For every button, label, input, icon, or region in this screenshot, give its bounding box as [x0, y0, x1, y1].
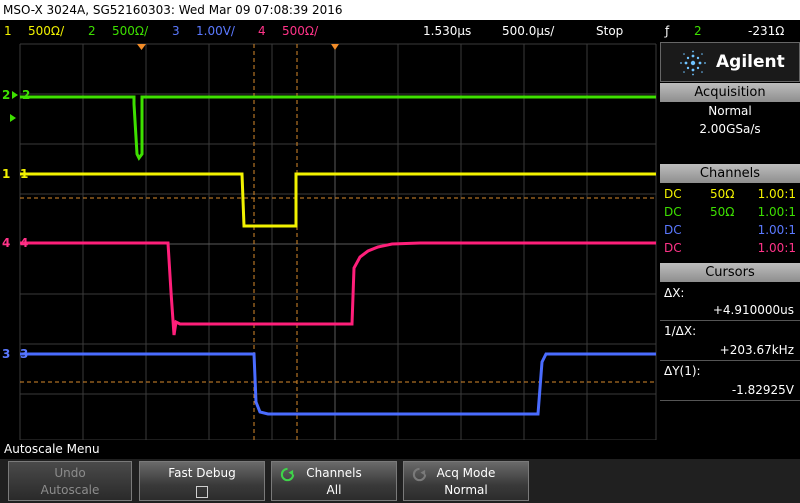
- trigger-icon[interactable]: ƒ: [665, 20, 669, 42]
- ch3-scale[interactable]: 1.00V/: [196, 20, 235, 42]
- channels-header[interactable]: Channels: [660, 164, 800, 183]
- cursor-divider: [660, 400, 800, 401]
- ch1-number[interactable]: 1: [4, 20, 12, 42]
- ch1-level-label: 1: [20, 167, 28, 181]
- ch3-number[interactable]: 3: [172, 20, 180, 42]
- inverse-delta-x-label: 1/ΔX:: [664, 324, 697, 338]
- ch2-level-label: 2: [22, 88, 30, 102]
- fast-debug-label: Fast Debug: [168, 466, 236, 480]
- ch4-number[interactable]: 4: [258, 20, 266, 42]
- acq-mode-value: Normal: [444, 483, 488, 497]
- ch3-marker-label: 3: [2, 347, 10, 361]
- acq-mode-label: Acq Mode: [436, 466, 496, 480]
- run-state[interactable]: Stop: [596, 20, 623, 42]
- ch4-level-label: 4: [20, 236, 28, 250]
- acquisition-header[interactable]: Acquisition: [660, 83, 800, 102]
- ch1-impedance: 50Ω: [710, 187, 735, 201]
- acquisition-mode: Normal: [708, 104, 752, 118]
- acq-mode-button[interactable]: Acq Mode Normal: [403, 461, 529, 501]
- agilent-spark-icon: [680, 50, 706, 76]
- ch2-probe: 1.00:1: [757, 205, 796, 219]
- softkey-menu: Autoscale Menu Undo Autoscale Fast Debug…: [0, 440, 800, 503]
- ch3-probe: 1.00:1: [757, 223, 796, 237]
- status-bar: 1 500Ω/ 2 500Ω/ 3 1.00V/ 4 500Ω/ 1.530μs…: [0, 20, 800, 42]
- ch1-probe: 1.00:1: [757, 187, 796, 201]
- instrument-title: MSO-X 3024A, SG52160303: Wed Mar 09 07:0…: [3, 3, 343, 17]
- undo-autoscale-line2: Autoscale: [40, 483, 100, 497]
- ch2-marker-label: 2: [2, 88, 10, 102]
- brand-name: Agilent: [716, 52, 785, 72]
- acquisition-rate: 2.00GSa/s: [699, 122, 761, 136]
- cursors-body: ΔX: +4.910000us 1/ΔX: +203.67kHz ΔY(1): …: [660, 282, 800, 440]
- trigger-level[interactable]: -231Ω: [748, 20, 784, 42]
- delta-y-value: -1.82925V: [731, 383, 794, 397]
- ch2-impedance: 50Ω: [710, 205, 735, 219]
- acquisition-body: Normal 2.00GSa/s: [660, 102, 800, 164]
- ch3-level-label: 3: [20, 347, 28, 361]
- ch1-scale[interactable]: 500Ω/: [28, 20, 64, 42]
- channels-all-button[interactable]: Channels All: [271, 461, 397, 501]
- ch1-marker-label: 1: [2, 167, 10, 181]
- right-info-panel: Agilent Acquisition Normal 2.00GSa/s Cha…: [660, 42, 800, 440]
- cursor-divider: [660, 320, 800, 321]
- title-bar: MSO-X 3024A, SG52160303: Wed Mar 09 07:0…: [0, 0, 800, 20]
- ch2-scale[interactable]: 500Ω/: [112, 20, 148, 42]
- ch4-marker-label: 4: [2, 236, 10, 250]
- channel-row: DC 1.00:1: [664, 239, 796, 257]
- ch2-coupling: DC: [664, 205, 682, 219]
- channel-row: DC 1.00:1: [664, 221, 796, 239]
- horizontal-delay[interactable]: 1.530μs: [423, 20, 471, 42]
- delta-x-label: ΔX:: [664, 286, 685, 300]
- channel-row: DC 50Ω 1.00:1: [664, 185, 796, 203]
- delta-x-value: +4.910000us: [712, 303, 794, 317]
- menu-title-text: Autoscale Menu: [4, 442, 100, 456]
- cursor-divider: [660, 360, 800, 361]
- fast-debug-checkbox[interactable]: [196, 486, 208, 498]
- ch2-number[interactable]: 2: [88, 20, 96, 42]
- timebase-scale[interactable]: 500.0μs/: [502, 20, 554, 42]
- ch3-coupling: DC: [664, 223, 682, 237]
- ch4-coupling: DC: [664, 241, 682, 255]
- undo-autoscale-button[interactable]: Undo Autoscale: [8, 461, 132, 501]
- channels-value: All: [326, 483, 342, 497]
- channel-row: DC 50Ω 1.00:1: [664, 203, 796, 221]
- inverse-delta-x-value: +203.67kHz: [719, 343, 794, 357]
- brand-logo: Agilent: [660, 42, 800, 82]
- channels-label: Channels: [306, 466, 362, 480]
- delta-y-label: ΔY(1):: [664, 364, 701, 378]
- fast-debug-button[interactable]: Fast Debug: [139, 461, 265, 501]
- trigger-channel[interactable]: 2: [694, 20, 702, 42]
- ch4-scale[interactable]: 500Ω/: [282, 20, 318, 42]
- ch4-probe: 1.00:1: [757, 241, 796, 255]
- cursors-header[interactable]: Cursors: [660, 263, 800, 282]
- ch1-coupling: DC: [664, 187, 682, 201]
- channels-body: DC 50Ω 1.00:1 DC 50Ω 1.00:1 DC 1.00:1 DC…: [660, 183, 800, 263]
- waveform-display[interactable]: 2 2 1 1 4 4 3 3: [0, 42, 660, 440]
- menu-title: Autoscale Menu: [0, 440, 800, 459]
- undo-autoscale-line1: Undo: [54, 466, 86, 480]
